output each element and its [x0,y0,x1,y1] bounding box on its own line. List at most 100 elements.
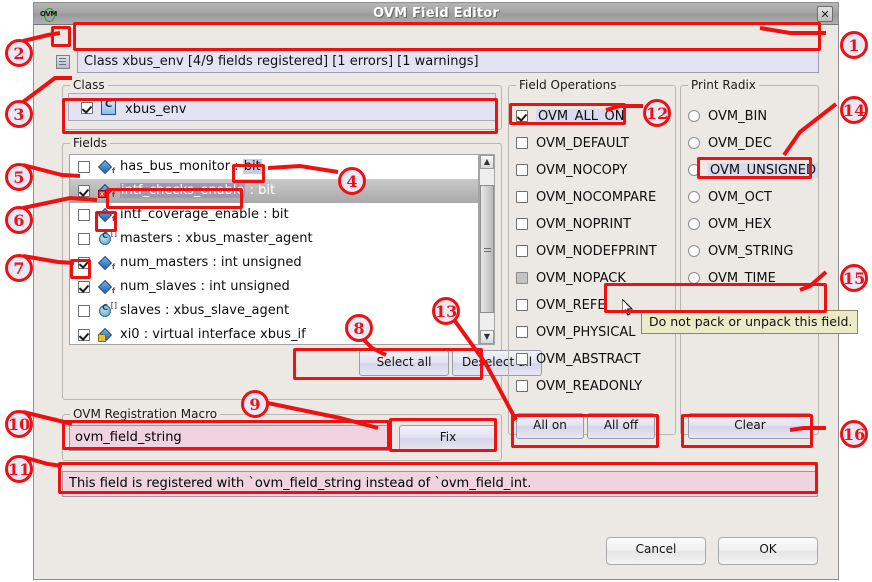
field-operation-checkbox[interactable] [516,353,528,365]
print-radix-row[interactable]: OVM_HEX [688,211,816,238]
dialog-body: Class xbus_env [4/9 fields registered] [… [34,25,838,579]
callout-10: 10 [5,410,33,438]
field-label: num_masters : int unsigned [120,255,302,270]
field-diamond-error-icon: xf [98,183,115,199]
callout-1: 1 [840,31,868,59]
callout-15: 15 [840,264,868,292]
scrollbar-thumb[interactable] [480,185,494,313]
field-checkbox[interactable] [78,233,90,245]
field-operation-row[interactable]: OVM_READONLY [516,373,666,400]
callout-16: 16 [840,420,868,448]
field-row[interactable]: fnum_slaves : int unsigned [70,275,478,299]
print-radix-row[interactable]: OVM_UNSIGNED [688,157,816,184]
print-radix-label: OVM_DEC [708,136,772,151]
class-checkbox[interactable] [81,102,93,114]
field-operation-checkbox[interactable] [516,191,528,203]
field-row[interactable]: fhas_bus_monitor : bit [70,155,478,179]
class-icon [101,100,116,115]
field-operation-checkbox[interactable] [516,110,528,122]
all-off-button[interactable]: All off [587,413,655,439]
print-radix-row[interactable]: OVM_STRING [688,238,816,265]
tooltip: Do not pack or unpack this field. [641,310,858,334]
field-operation-row[interactable]: OVM_ABSTRACT [516,346,666,373]
field-row[interactable]: f intf_coverage_enable : bit [70,203,478,227]
all-on-button[interactable]: All on [516,413,584,439]
field-checkbox[interactable] [78,305,90,317]
field-row[interactable]: []slaves : xbus_slave_agent [70,299,478,323]
field-operation-checkbox[interactable] [516,272,528,284]
fields-list[interactable]: fhas_bus_monitor : bitxfintf_checks_enab… [69,154,479,345]
field-row[interactable]: xfintf_checks_enable : bit [70,179,478,203]
field-operation-checkbox[interactable] [516,380,528,392]
field-row[interactable]: xi0 : virtual interface xbus_if [70,323,478,345]
print-radix-radio[interactable] [688,218,700,230]
field-checkbox[interactable] [78,161,90,173]
field-operation-label: OVM_REFE [536,298,606,313]
fields-group: Fields fhas_bus_monitor : bitxfintf_chec… [62,143,502,400]
field-operation-checkbox[interactable] [516,245,528,257]
field-operation-row[interactable]: OVM_NOCOMPARE [516,184,666,211]
macro-group-legend: OVM Registration Macro [70,407,220,421]
field-operation-checkbox[interactable] [516,218,528,230]
print-radix-radio[interactable] [688,191,700,203]
field-diamond-icon: f [98,279,115,295]
cancel-button[interactable]: Cancel [606,537,706,565]
field-operation-label: OVM_ABSTRACT [536,352,641,367]
field-checkbox[interactable] [78,329,90,341]
select-all-button[interactable]: Select all [359,350,449,376]
print-radix-row[interactable]: OVM_OCT [688,184,816,211]
print-radix-label: OVM_BIN [708,109,767,124]
field-diamond-icon: f [98,207,115,223]
field-operation-checkbox[interactable] [516,164,528,176]
class-row[interactable]: xbus_env [68,93,496,121]
scroll-up-icon[interactable]: ▲ [480,155,494,169]
callout-6: 6 [5,206,33,234]
fields-group-legend: Fields [70,136,110,150]
field-label: intf_coverage_enable : bit [120,207,289,222]
print-radix-label: OVM_TIME [708,271,776,286]
class-name-label: xbus_env [125,102,186,117]
macro-input[interactable]: ovm_field_string [69,425,391,451]
field-checkbox[interactable] [78,209,90,221]
field-checkbox[interactable] [78,257,90,269]
print-radix-row[interactable]: OVM_TIME [688,265,816,292]
field-operation-row[interactable]: OVM_NODEFPRINT [516,238,666,265]
print-radix-radio[interactable] [688,164,700,176]
field-operation-row[interactable]: OVM_NOPRINT [516,211,666,238]
print-radix-row[interactable]: OVM_DEC [688,130,816,157]
field-operation-checkbox[interactable] [516,299,528,311]
field-operation-row[interactable]: OVM_NOPACK [516,265,666,292]
print-radix-radio[interactable] [688,110,700,122]
print-radix-label: OVM_HEX [708,217,772,232]
close-icon[interactable]: ✕ [817,6,833,22]
print-radix-label: OVM_STRING [708,244,793,259]
fix-button[interactable]: Fix [399,425,497,451]
callout-5: 5 [5,163,33,191]
ok-button[interactable]: OK [718,537,818,565]
field-row[interactable]: []masters : xbus_master_agent [70,227,478,251]
field-checkbox[interactable] [78,281,90,293]
class-list-icon[interactable] [56,55,70,69]
print-radix-radio[interactable] [688,245,700,257]
field-operation-row[interactable]: OVM_DEFAULT [516,130,666,157]
fields-scrollbar[interactable]: ▲ ▼ [479,154,495,345]
field-checkbox[interactable] [78,185,90,197]
clear-button[interactable]: Clear [688,413,812,439]
field-operation-label: OVM_DEFAULT [536,136,629,151]
class-object-icon: [] [98,303,115,319]
field-operation-row[interactable]: OVM_ALL_ON [516,103,666,130]
callout-11: 11 [5,455,33,483]
print-radix-row[interactable]: OVM_BIN [688,103,816,130]
field-operation-checkbox[interactable] [516,326,528,338]
callout-7: 7 [5,254,33,282]
print-radix-label: OVM_OCT [708,190,772,205]
print-radix-radio[interactable] [688,137,700,149]
field-operation-checkbox[interactable] [516,137,528,149]
scroll-down-icon[interactable]: ▼ [480,330,494,344]
callout-3: 3 [5,100,33,128]
field-row[interactable]: fnum_masters : int unsigned [70,251,478,275]
status-field: Class xbus_env [4/9 fields registered] [… [77,50,819,73]
class-group-legend: Class [70,78,108,92]
print-radix-radio[interactable] [688,272,700,284]
field-operation-row[interactable]: OVM_NOCOPY [516,157,666,184]
